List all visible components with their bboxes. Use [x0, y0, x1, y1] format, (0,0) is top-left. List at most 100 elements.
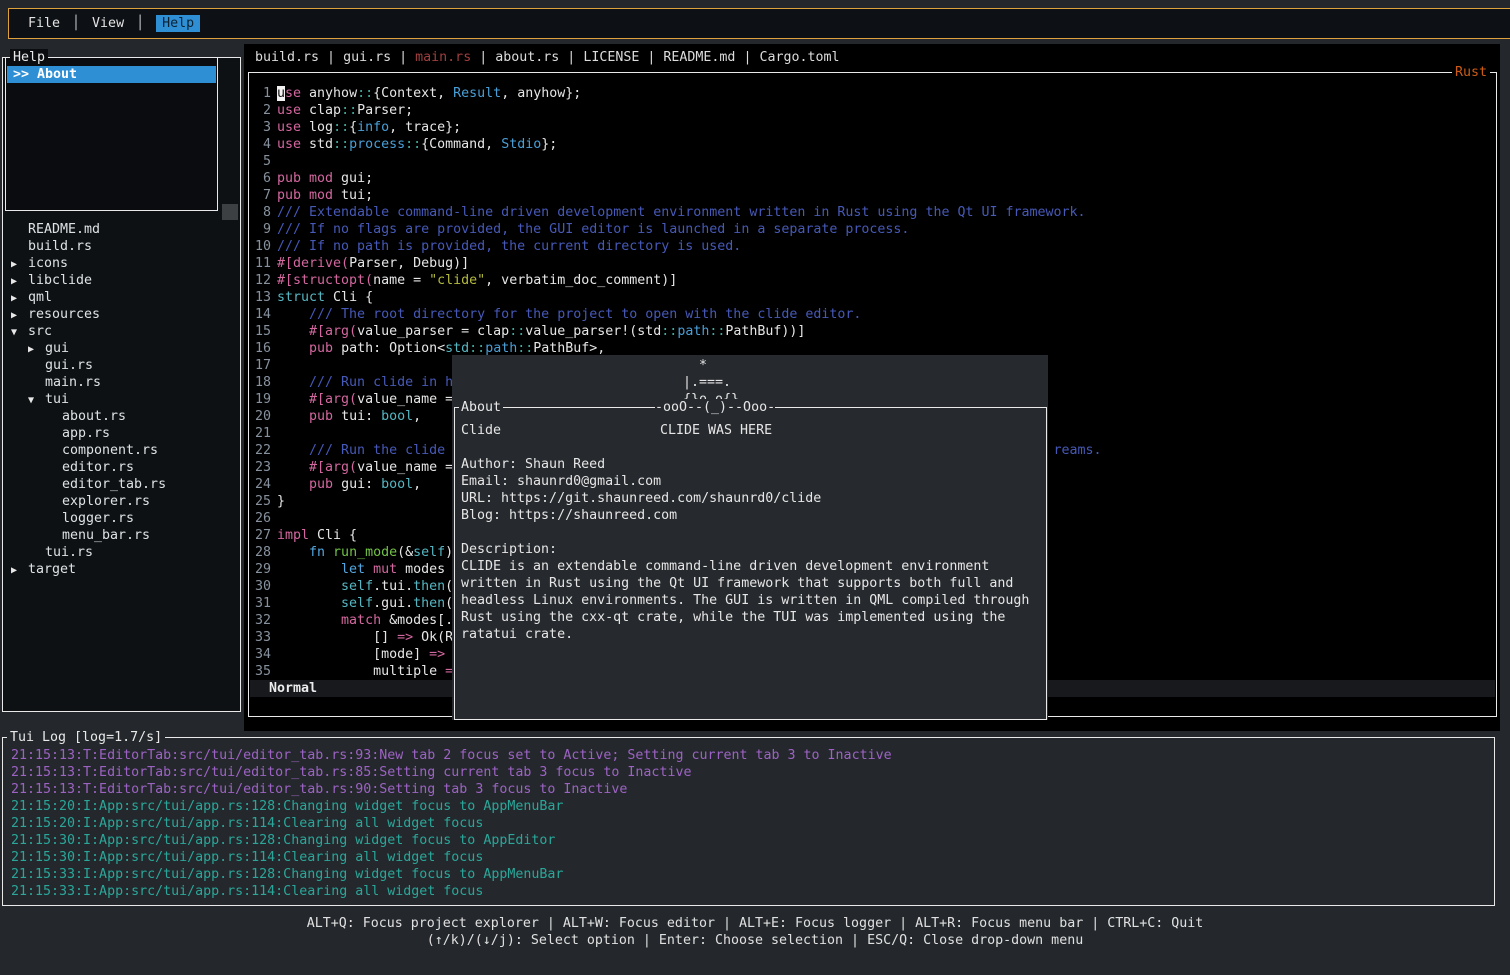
code-line[interactable]: 21 — [250, 425, 277, 442]
menu-item-help[interactable]: Help — [156, 15, 200, 32]
menu-item-file[interactable]: File — [28, 15, 60, 32]
tree-item-build-rs[interactable]: build.rs — [28, 238, 92, 255]
code-line[interactable]: 15 #[arg(value_parser = clap::value_pars… — [250, 323, 805, 340]
tree-item-gui-rs[interactable]: gui.rs — [45, 357, 93, 374]
code-line[interactable]: 2use clap::Parser; — [250, 102, 413, 119]
menu-item-about[interactable]: >> About — [7, 66, 216, 83]
code-line[interactable]: 11#[derive(Parser, Debug)] — [250, 255, 469, 272]
tree-item-gui[interactable]: ▶gui — [45, 340, 69, 357]
tree-item-menu_bar-rs[interactable]: menu_bar.rs — [62, 527, 150, 544]
code-segment: name = — [373, 273, 429, 288]
code-line[interactable]: 30 self.tui.then( — [250, 578, 453, 595]
code-line[interactable]: 8/// Extendable command-line driven deve… — [250, 204, 1086, 221]
line-number: 8 — [250, 204, 271, 221]
tree-item-about-rs[interactable]: about.rs — [62, 408, 126, 425]
code-line[interactable]: 14 /// The root directory for the projec… — [250, 306, 861, 323]
chevron-expanded-icon: ▼ — [28, 392, 34, 409]
code-line[interactable]: 32 match &modes[. — [250, 612, 453, 629]
tree-item-logger-rs[interactable]: logger.rs — [62, 510, 134, 527]
tree-item-tui-rs[interactable]: tui.rs — [45, 544, 93, 561]
tab-gui-rs[interactable]: gui.rs — [343, 50, 391, 65]
tree-item-qml[interactable]: ▶qml — [28, 289, 52, 306]
tree-item-libclide[interactable]: ▶libclide — [28, 272, 92, 289]
tree-item-resources[interactable]: ▶resources — [28, 306, 100, 323]
code-line[interactable]: 9/// If no flags are provided, the GUI e… — [250, 221, 909, 238]
code-segment: value_parser = clap — [357, 324, 509, 339]
code-line[interactable]: 28 fn run_mode(&self) — [250, 544, 453, 561]
code-line[interactable]: 18 /// Run clide in h — [250, 374, 453, 391]
tree-item-src[interactable]: ▼src — [28, 323, 52, 340]
line-number: 13 — [250, 289, 271, 306]
code-segment: PathBuf))] — [725, 324, 805, 339]
tree-item-label: gui.rs — [45, 358, 93, 373]
tree-item-tui[interactable]: ▼tui — [45, 391, 69, 408]
menu-item-view[interactable]: View — [92, 15, 124, 32]
code-segment: :: — [333, 120, 349, 135]
code-segment: , — [413, 409, 421, 424]
code-line[interactable]: 3use log::{info, trace}; — [250, 119, 461, 136]
code-segment: #[arg( — [309, 392, 357, 407]
help-dropdown-title: Help — [10, 49, 48, 66]
code-segment: #[arg( — [309, 460, 357, 475]
code-line[interactable]: 33 [] => Ok(R — [250, 629, 453, 646]
code-line[interactable]: 13struct Cli { — [250, 289, 373, 306]
code-line[interactable]: 12#[structopt(name = "clide", verbatim_d… — [250, 272, 677, 289]
code-line[interactable]: 26 — [250, 510, 277, 527]
line-number: 12 — [250, 272, 271, 289]
tab-readme-md[interactable]: README.md — [663, 50, 735, 65]
code-segment: bool — [381, 477, 413, 492]
tab-build-rs[interactable]: build.rs — [255, 50, 319, 65]
line-number: 7 — [250, 187, 271, 204]
code-line[interactable]: 10/// If no path is provided, the curren… — [250, 238, 741, 255]
tab-cargo-toml[interactable]: Cargo.toml — [759, 50, 839, 65]
tab-about-rs[interactable]: about.rs — [495, 50, 559, 65]
tree-item-target[interactable]: ▶target — [28, 561, 76, 578]
tab-separator: | — [391, 50, 415, 65]
line-number: 30 — [250, 578, 271, 595]
tree-item-label: about.rs — [62, 409, 126, 424]
code-segment: :: — [405, 137, 421, 152]
code-segment: pub — [309, 341, 333, 356]
code-segment: gui; — [333, 171, 373, 186]
code-segment — [277, 613, 341, 628]
code-line[interactable]: 1use anyhow::{Context, Result, anyhow}; — [250, 85, 581, 102]
code-line[interactable]: 17 — [250, 357, 277, 374]
code-segment: } — [277, 494, 285, 509]
tree-item-editor_tab-rs[interactable]: editor_tab.rs — [62, 476, 166, 493]
code-segment: path: Option< — [333, 341, 445, 356]
code-line[interactable]: 34 [mode] => — [250, 646, 445, 663]
line-number: 20 — [250, 408, 271, 425]
code-line[interactable]: 27impl Cli { — [250, 527, 357, 544]
chevron-collapsed-icon: ▶ — [11, 273, 17, 290]
code-line[interactable]: 23 #[arg(value_name = — [250, 459, 453, 476]
code-line[interactable]: 4use std::process::{Command, Stdio}; — [250, 136, 557, 153]
code-line[interactable]: 7pub mod tui; — [250, 187, 373, 204]
code-segment: run_mode — [325, 545, 397, 560]
code-line[interactable]: 6pub mod gui; — [250, 170, 373, 187]
code-line[interactable]: 31 self.gui.then( — [250, 595, 453, 612]
code-segment: clap — [301, 103, 341, 118]
tree-item-component-rs[interactable]: component.rs — [62, 442, 158, 459]
tree-item-readme-md[interactable]: README.md — [28, 221, 100, 238]
tab-license[interactable]: LICENSE — [583, 50, 639, 65]
code-segment: :: — [333, 137, 349, 152]
code-line[interactable]: 25} — [250, 493, 285, 510]
tree-item-main-rs[interactable]: main.rs — [45, 374, 101, 391]
code-segment: , verbatim_doc_comment)] — [485, 273, 677, 288]
tree-item-app-rs[interactable]: app.rs — [62, 425, 110, 442]
line-number: 34 — [250, 646, 271, 663]
explorer-scrollbar-thumb[interactable] — [222, 204, 238, 220]
code-segment: use — [277, 137, 301, 152]
code-line[interactable]: 5 — [250, 153, 277, 170]
tree-item-explorer-rs[interactable]: explorer.rs — [62, 493, 150, 510]
code-line[interactable]: 29 let mut modes — [250, 561, 445, 578]
tree-item-icons[interactable]: ▶icons — [28, 255, 68, 272]
code-line[interactable]: 19 #[arg(value_name = — [250, 391, 453, 408]
code-line[interactable]: 20 pub tui: bool, — [250, 408, 421, 425]
code-line[interactable]: 24 pub gui: bool, — [250, 476, 421, 493]
code-line[interactable]: 35 multiple = — [250, 663, 453, 680]
tab-main-rs[interactable]: main.rs — [415, 50, 471, 65]
code-segment: pub — [309, 409, 333, 424]
tree-item-editor-rs[interactable]: editor.rs — [62, 459, 134, 476]
code-segment: :: — [661, 324, 677, 339]
